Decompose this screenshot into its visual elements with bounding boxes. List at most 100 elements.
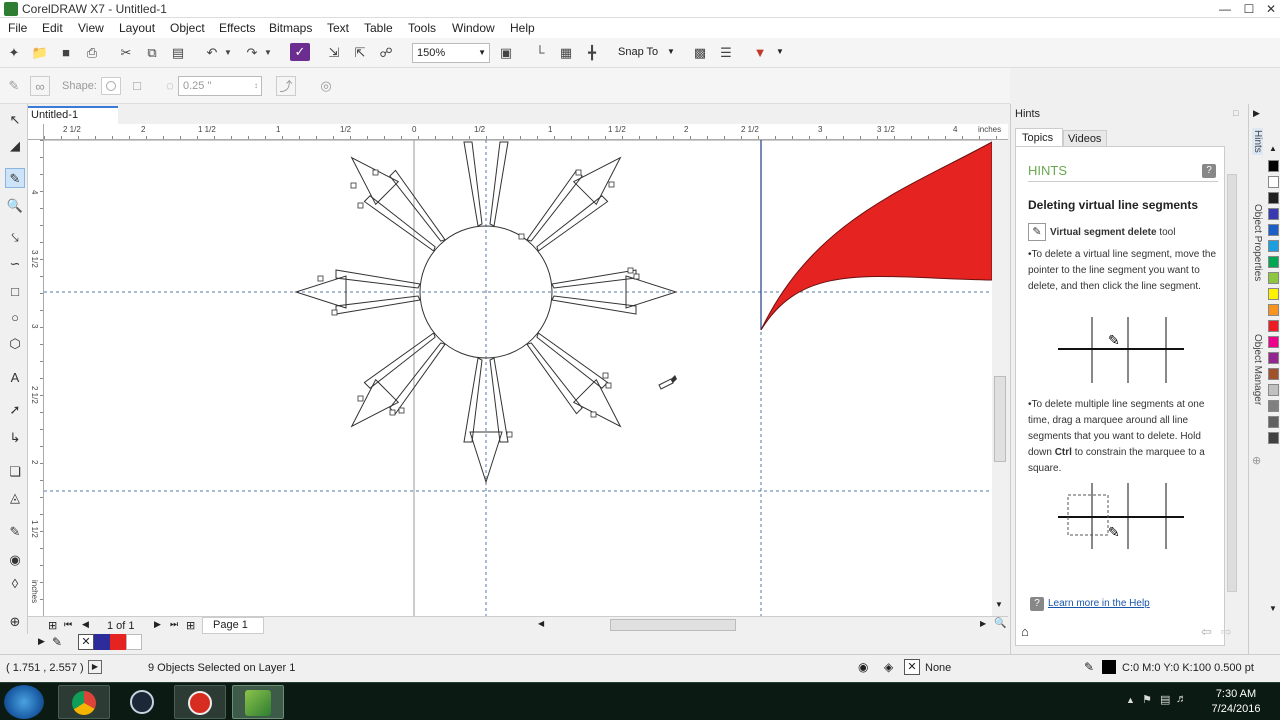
- scroll-down-icon[interactable]: ▼: [995, 600, 1003, 609]
- side-tab-object-manager[interactable]: Object Manager: [1252, 334, 1263, 405]
- menu-layout[interactable]: Layout: [119, 21, 155, 35]
- undo-dropdown-icon[interactable]: ▼: [222, 43, 234, 63]
- add-tool-icon[interactable]: ⊕: [5, 612, 25, 632]
- red-swatch[interactable]: [110, 634, 126, 650]
- ellipse-tool-icon[interactable]: ○: [5, 308, 25, 328]
- chevron-down-icon[interactable]: ▼: [776, 47, 784, 56]
- drop-shadow-tool-icon[interactable]: ❏: [5, 462, 25, 482]
- zoom-level-combo[interactable]: 150% ▼: [412, 43, 490, 63]
- palette-swatch[interactable]: [1268, 208, 1279, 220]
- paste-icon[interactable]: ▤: [168, 43, 188, 63]
- full-screen-preview-icon[interactable]: ▣: [496, 43, 516, 63]
- freehand-tool-icon[interactable]: ⤥: [5, 228, 25, 248]
- corel-connect-icon[interactable]: ✓: [290, 43, 310, 61]
- palette-swatch[interactable]: [1268, 352, 1279, 364]
- print-icon[interactable]: ⎙: [82, 43, 102, 63]
- eyedropper-icon[interactable]: ✎: [52, 635, 62, 649]
- menu-help[interactable]: Help: [510, 21, 535, 35]
- transparency-tool-icon[interactable]: ◬: [5, 488, 25, 508]
- menu-view[interactable]: View: [78, 21, 104, 35]
- home-icon[interactable]: ⌂: [1021, 624, 1029, 639]
- palette-swatch[interactable]: [1268, 256, 1279, 268]
- vertical-scrollbar[interactable]: ▼: [992, 140, 1008, 616]
- horizontal-ruler[interactable]: 2 1/2 2 1 1/2 1 1/2 0 1/2 1 1 1/2 2 2 1/…: [44, 124, 1008, 140]
- scroll-right-icon[interactable]: ▶: [980, 619, 986, 628]
- back-arrow-icon[interactable]: ⇦: [1201, 624, 1212, 640]
- previous-page-icon[interactable]: ◀: [82, 619, 89, 630]
- side-tab-object-properties[interactable]: Object Properties: [1252, 204, 1263, 281]
- drawing-canvas[interactable]: [44, 140, 992, 616]
- save-icon[interactable]: ■: [56, 43, 76, 63]
- show-grid-icon[interactable]: ▦: [556, 43, 576, 63]
- palette-swatch[interactable]: [1268, 432, 1279, 444]
- snap-to-dropdown[interactable]: Snap To: [618, 46, 658, 58]
- copy-icon[interactable]: ⧉: [142, 43, 162, 63]
- palette-arrow-icon[interactable]: ▶: [38, 636, 45, 647]
- chrome-taskbar-button[interactable]: [58, 685, 110, 719]
- shape-square-icon[interactable]: □: [127, 76, 147, 96]
- palette-swatch[interactable]: [1268, 400, 1279, 412]
- tray-network-icon[interactable]: ▤: [1160, 693, 1170, 706]
- vertical-ruler[interactable]: 4 3 1/2 3 2 1/2 2 1 1/2 inches: [28, 140, 44, 616]
- polygon-tool-icon[interactable]: ⬡: [5, 334, 25, 354]
- menu-tools[interactable]: Tools: [408, 21, 436, 35]
- palette-scroll-up-icon[interactable]: ▲: [1269, 144, 1277, 153]
- white-swatch[interactable]: [126, 634, 142, 650]
- undo-icon[interactable]: ↶: [202, 43, 222, 63]
- menu-file[interactable]: File: [8, 21, 27, 35]
- tray-expand-icon[interactable]: ▲: [1126, 695, 1135, 705]
- open-folder-icon[interactable]: 📁: [30, 43, 50, 63]
- menu-table[interactable]: Table: [364, 21, 393, 35]
- status-arrow-icon[interactable]: ▶: [88, 660, 102, 674]
- auto-close-curve-icon[interactable]: ∞: [30, 76, 50, 96]
- no-color-swatch[interactable]: ✕: [78, 634, 94, 650]
- palette-swatch[interactable]: [1268, 240, 1279, 252]
- palette-swatch[interactable]: [1268, 160, 1279, 172]
- pick-tool-icon[interactable]: ↖: [5, 110, 25, 130]
- new-document-icon[interactable]: ✦: [4, 43, 24, 63]
- wrap-icon[interactable]: ◎: [316, 76, 336, 96]
- add-docker-icon[interactable]: ⊕: [1252, 454, 1261, 467]
- chevron-down-icon[interactable]: ▼: [667, 47, 675, 56]
- zoom-tool-icon[interactable]: 🔍: [5, 196, 25, 216]
- options-icon[interactable]: ☰: [716, 43, 736, 63]
- cut-icon[interactable]: ✂: [116, 43, 136, 63]
- palette-swatch[interactable]: [1268, 336, 1279, 348]
- palette-swatch[interactable]: [1268, 320, 1279, 332]
- show-guidelines-icon[interactable]: ╋: [582, 43, 602, 63]
- zoom-navigator-icon[interactable]: 🔍: [994, 618, 1006, 629]
- collapse-arrow-icon[interactable]: ▶: [1253, 108, 1260, 119]
- scroll-left-icon[interactable]: ◀: [538, 619, 544, 628]
- palette-swatch[interactable]: [1268, 368, 1279, 380]
- smart-fill-tool-icon[interactable]: ◊: [5, 574, 25, 594]
- application-launcher-icon[interactable]: ▼: [750, 43, 770, 63]
- rectangle-tool-icon[interactable]: □: [5, 282, 25, 302]
- help-icon[interactable]: ?: [1202, 164, 1216, 178]
- add-page-icon[interactable]: ⊞: [48, 619, 57, 632]
- recorder-taskbar-button[interactable]: [174, 685, 226, 719]
- fill-bucket-icon[interactable]: ◈: [884, 660, 893, 674]
- palette-swatch[interactable]: [1268, 304, 1279, 316]
- forward-arrow-icon[interactable]: ⇨: [1221, 624, 1232, 640]
- panel-minimize-icon[interactable]: □: [1233, 108, 1238, 118]
- shape-tool-icon[interactable]: ◢: [5, 136, 25, 156]
- pen-outline-icon[interactable]: ✎: [1084, 660, 1094, 674]
- blue-swatch[interactable]: [94, 634, 110, 650]
- tray-flag-icon[interactable]: ⚑: [1142, 693, 1152, 706]
- palette-scroll-down-icon[interactable]: ▼: [1269, 604, 1277, 613]
- minimize-button[interactable]: —: [1212, 0, 1238, 18]
- artistic-media-tool-icon[interactable]: ∽: [5, 254, 25, 274]
- hints-scrollbar-thumb[interactable]: [1227, 174, 1237, 592]
- palette-swatch[interactable]: [1268, 176, 1279, 188]
- hints-scrollbar[interactable]: [1225, 164, 1239, 594]
- palette-swatch[interactable]: [1268, 288, 1279, 300]
- horizontal-scrollbar-thumb[interactable]: [610, 619, 736, 631]
- shape-circle-icon[interactable]: [101, 77, 121, 95]
- menu-bitmaps[interactable]: Bitmaps: [269, 21, 312, 35]
- learn-more-link[interactable]: Learn more in the Help: [1048, 596, 1150, 612]
- menu-object[interactable]: Object: [170, 21, 205, 35]
- connector-tool-icon[interactable]: ↳: [5, 428, 25, 448]
- import-icon[interactable]: ⇲: [324, 43, 344, 63]
- last-page-icon[interactable]: ⏭: [170, 619, 178, 630]
- palette-swatch[interactable]: [1268, 192, 1279, 204]
